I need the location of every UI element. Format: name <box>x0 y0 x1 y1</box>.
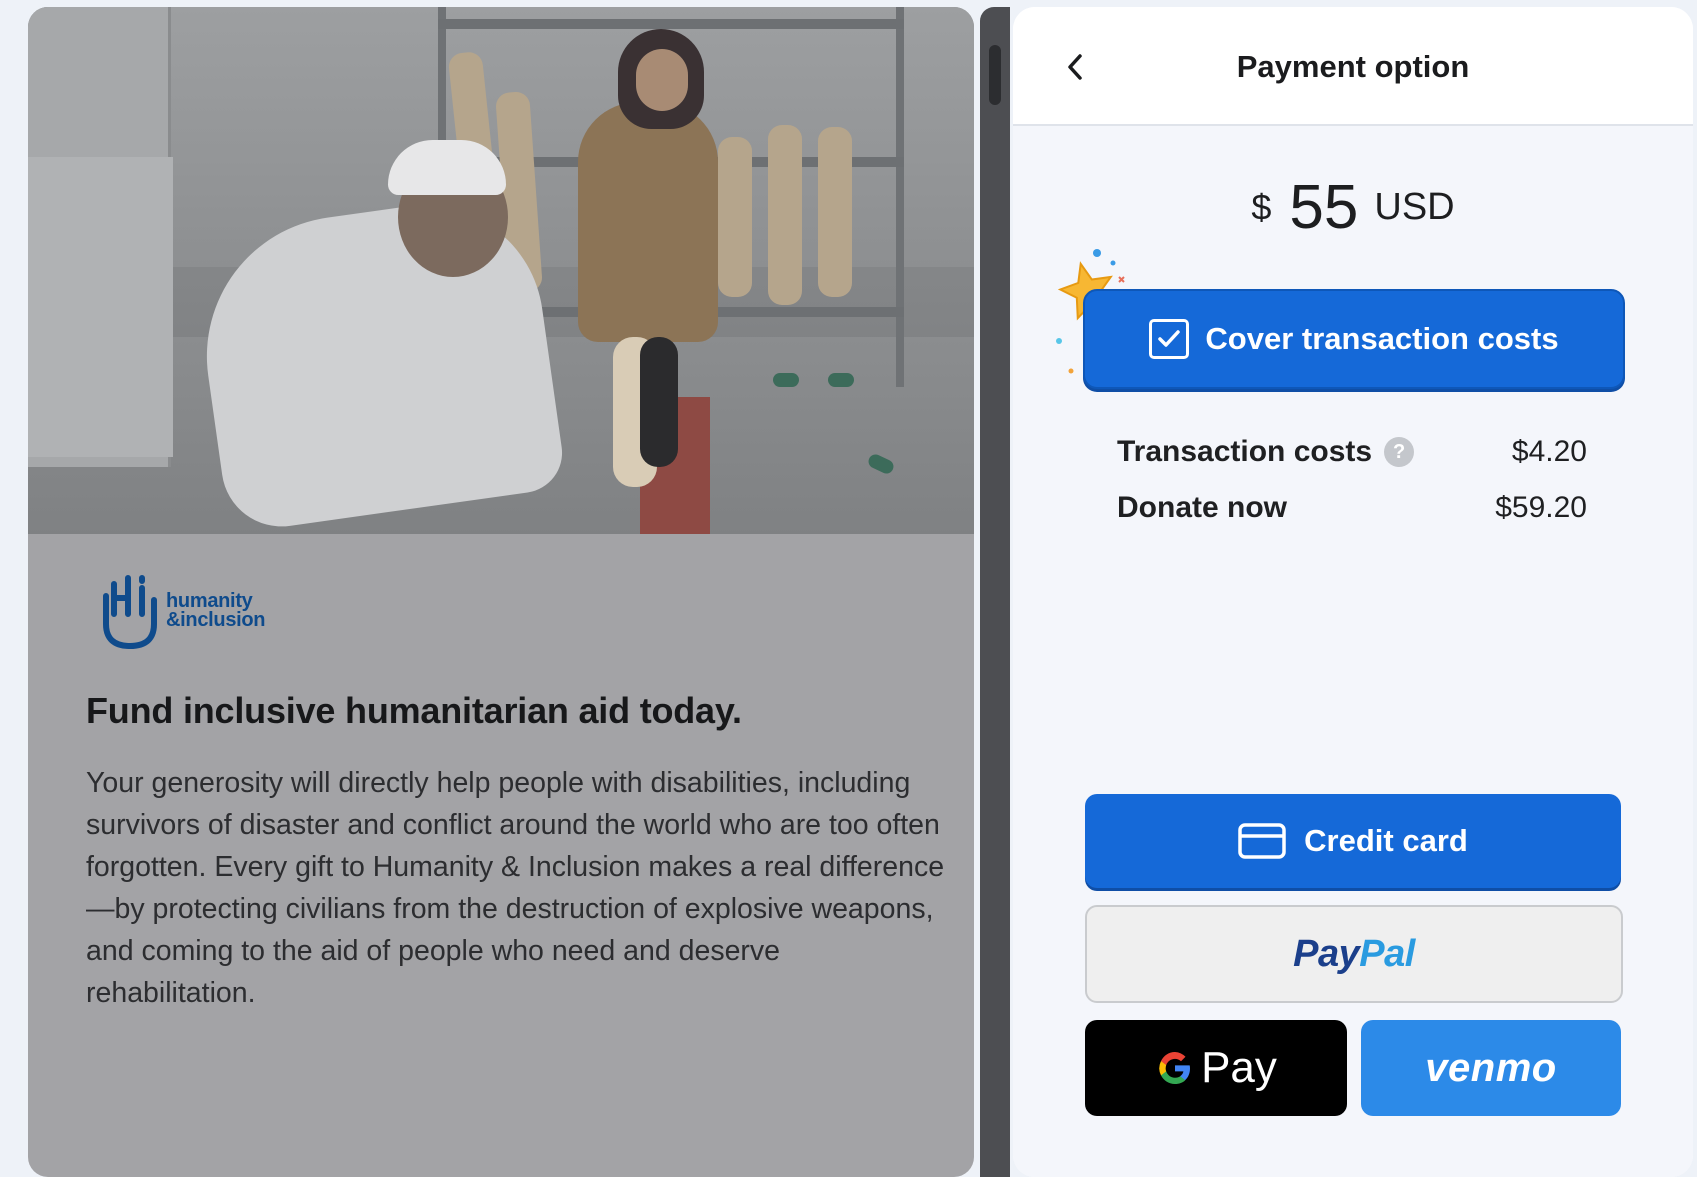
help-icon[interactable]: ? <box>1384 437 1415 467</box>
currency-code: USD <box>1374 186 1455 228</box>
venmo-button[interactable]: venmo <box>1361 1020 1621 1116</box>
currency-symbol: $ <box>1251 186 1272 228</box>
donate-now-label: Donate now <box>1117 491 1287 524</box>
donate-now-value: $59.20 <box>1495 491 1587 524</box>
campaign-card: humanity &inclusion Fund inclusive human… <box>28 7 974 1177</box>
transaction-costs-row: Transaction costs ? $4.20 <box>1117 435 1587 469</box>
scrollbar-thumb[interactable] <box>989 45 1001 105</box>
campaign-headline: Fund inclusive humanitarian aid today. <box>86 690 742 731</box>
cover-transaction-costs-button[interactable]: Cover transaction costs <box>1083 289 1625 389</box>
cover-costs-checkbox[interactable] <box>1149 319 1190 359</box>
credit-card-button[interactable]: Credit card <box>1085 794 1621 888</box>
cover-costs-label: Cover transaction costs <box>1205 321 1559 356</box>
google-pay-label: Pay <box>1201 1043 1277 1092</box>
checkmark-icon <box>1158 330 1181 347</box>
campaign-description: Your generosity will directly help peopl… <box>86 767 945 1009</box>
hi-hand-logo-icon <box>103 575 157 650</box>
logo-text-inclusion: &inclusion <box>166 609 266 631</box>
amount-value: 55 <box>1289 173 1359 242</box>
paypal-button[interactable]: Pay Pal <box>1085 905 1623 1003</box>
credit-card-label: Credit card <box>1304 823 1468 858</box>
transaction-costs-value: $4.20 <box>1511 435 1587 468</box>
scrollbar-track[interactable] <box>980 7 1010 1177</box>
donate-now-row: Donate now $59.20 <box>1117 491 1587 525</box>
credit-card-icon <box>1238 823 1286 859</box>
google-g-icon <box>1159 1052 1191 1084</box>
humanity-inclusion-logo: humanity &inclusion <box>98 570 266 652</box>
paypal-logo-pay: Pay <box>1293 932 1360 975</box>
campaign-photo <box>28 7 974 534</box>
transaction-costs-label: Transaction costs <box>1117 435 1373 468</box>
venmo-logo: venmo <box>1425 1045 1557 1090</box>
paypal-logo-pal: Pal <box>1359 932 1415 975</box>
payment-header: Payment option <box>1013 7 1693 126</box>
payment-title: Payment option <box>1236 49 1470 84</box>
payment-panel: Payment option $55 USD Cover transaction … <box>1013 7 1693 1177</box>
google-pay-button[interactable]: Pay <box>1085 1020 1347 1116</box>
